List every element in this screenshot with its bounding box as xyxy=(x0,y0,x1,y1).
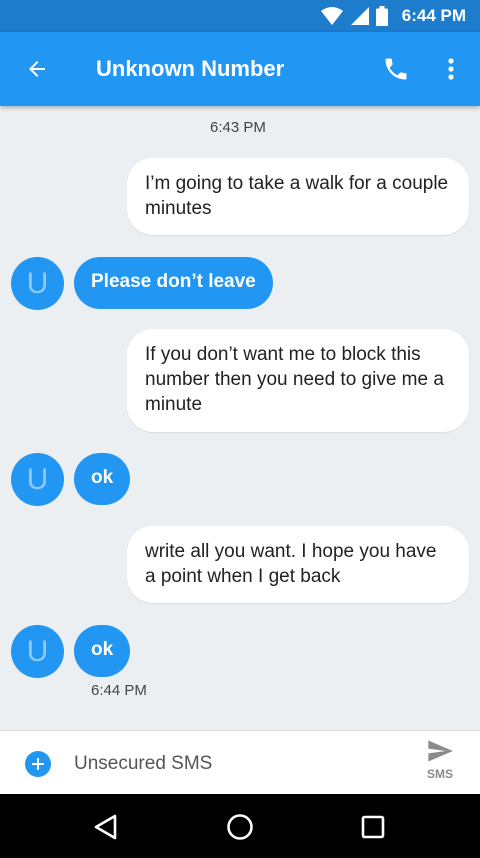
message-input[interactable] xyxy=(74,749,394,779)
message-list[interactable]: 6:43 PM I’m going to take a walk for a c… xyxy=(0,106,480,730)
message-outgoing[interactable]: If you don’t want me to block this numbe… xyxy=(127,329,469,432)
nav-back-button[interactable] xyxy=(89,810,123,844)
status-bar: 6:44 PM xyxy=(0,0,480,32)
back-arrow-icon xyxy=(29,61,45,77)
send-button[interactable]: SMS xyxy=(418,737,462,791)
status-icons: 6:44 PM xyxy=(320,0,466,32)
phone-icon xyxy=(385,58,407,80)
home-circle-icon xyxy=(227,814,253,840)
timestamp: 6:43 PM xyxy=(210,119,266,136)
contact-avatar[interactable]: U xyxy=(11,453,64,506)
send-icon xyxy=(428,740,453,762)
conversation-title: Unknown Number xyxy=(96,56,285,81)
navigation-bar xyxy=(0,794,480,858)
signal-icon xyxy=(350,7,369,25)
back-button[interactable] xyxy=(20,53,54,85)
more-options-button[interactable] xyxy=(436,53,466,85)
compose-bar: SMS xyxy=(0,730,480,795)
nav-recents-button[interactable] xyxy=(356,810,390,844)
contact-avatar[interactable]: U xyxy=(11,625,64,678)
contact-avatar[interactable]: U xyxy=(11,257,64,310)
plus-icon xyxy=(32,758,44,770)
timestamp: 6:44 PM xyxy=(91,682,147,699)
battery-icon xyxy=(375,6,388,26)
recents-square-icon xyxy=(361,815,385,839)
attach-button[interactable] xyxy=(25,751,51,777)
nav-home-button[interactable] xyxy=(223,810,257,844)
message-outgoing[interactable]: write all you want. I hope you have a po… xyxy=(127,526,469,603)
app-bar: Unknown Number xyxy=(0,32,480,106)
message-incoming[interactable]: ok xyxy=(74,453,131,505)
back-triangle-icon xyxy=(94,814,117,840)
status-time: 6:44 PM xyxy=(401,6,466,25)
send-label: SMS xyxy=(426,767,453,781)
message-incoming[interactable]: Please don’t leave xyxy=(74,257,273,309)
message-outgoing[interactable]: I’m going to take a walk for a couple mi… xyxy=(127,158,469,235)
wifi-icon xyxy=(320,7,343,25)
call-button[interactable] xyxy=(380,53,412,85)
message-incoming[interactable]: ok xyxy=(74,625,131,677)
more-vert-icon xyxy=(448,58,454,80)
